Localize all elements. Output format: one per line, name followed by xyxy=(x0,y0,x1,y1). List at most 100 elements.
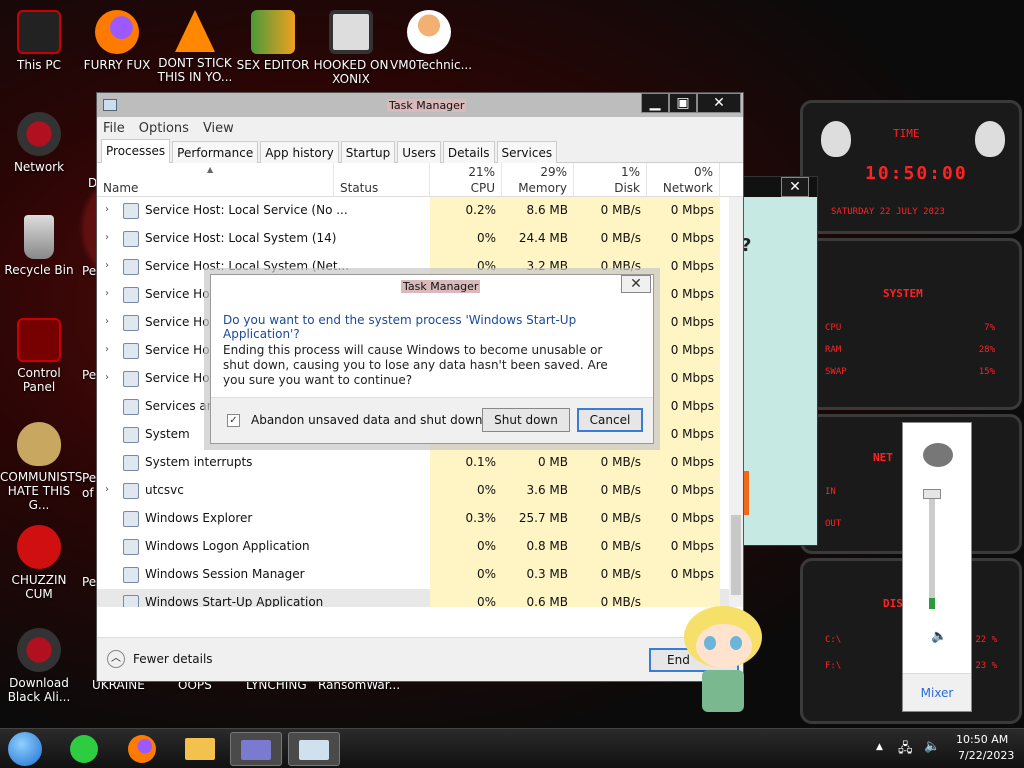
clock-date[interactable]: 7/22/2023 xyxy=(958,749,1014,762)
cpu-cell: 0.1% xyxy=(430,449,502,477)
fewer-details-link[interactable]: Fewer details xyxy=(133,652,213,666)
background-window[interactable]: ✕ ? xyxy=(740,176,818,546)
memory-cell: 0.6 MB xyxy=(502,589,574,607)
memory-cell: 3.6 MB xyxy=(502,477,574,505)
taskbar-firefox[interactable] xyxy=(116,732,168,766)
menu-options[interactable]: Options xyxy=(139,121,189,136)
abandon-checkbox[interactable]: ✓ xyxy=(227,414,240,427)
scrollbar-thumb[interactable] xyxy=(731,515,741,595)
expand-chevron-icon[interactable]: › xyxy=(105,232,109,243)
table-row[interactable]: Windows Start-Up Application 0% 0.6 MB 0 MB… xyxy=(97,589,743,607)
network-cell: 0 Mbps xyxy=(647,561,720,589)
firefox-icon xyxy=(128,735,156,763)
partial-label: Pe xyxy=(82,575,97,589)
desktop-icon-dont-stick[interactable]: DONT STICK THIS IN YO... xyxy=(156,10,234,84)
desktop-icon-this-pc[interactable]: This PC xyxy=(0,10,78,72)
volume-flyout[interactable]: 🔈 Mixer xyxy=(902,422,972,712)
desktop-icon-control-panel[interactable]: Control Panel xyxy=(0,318,78,394)
table-row[interactable]: › Service Host: Local Service (No ... 0.2%… xyxy=(97,197,743,225)
tab-users[interactable]: Users xyxy=(397,141,441,163)
close-button[interactable]: ✕ xyxy=(697,93,741,113)
taskbar-task-manager[interactable] xyxy=(288,732,340,766)
tab-performance[interactable]: Performance xyxy=(172,141,259,163)
process-name: Windows Logon Application xyxy=(145,539,310,553)
desktop-icon-furry-fux[interactable]: FURRY FUX xyxy=(78,10,156,72)
tab-app-history[interactable]: App history xyxy=(260,141,339,163)
column-cpu[interactable]: 21% CPU xyxy=(430,163,502,197)
desktop-icon-recycle-bin[interactable]: Recycle Bin xyxy=(0,215,78,277)
volume-slider-thumb[interactable] xyxy=(923,489,941,499)
menu-view[interactable]: View xyxy=(203,121,234,136)
desktop-icon-download-black-ali[interactable]: Download Black Ali... xyxy=(0,628,78,704)
desktop-icon-chuzzin-cum[interactable]: CHUZZIN CUM xyxy=(0,525,78,601)
table-row[interactable]: › Service Host: Local System (14) 0% 24.4 M… xyxy=(97,225,743,253)
expand-chevron-icon[interactable]: › xyxy=(105,372,109,383)
shut-down-button[interactable]: Shut down xyxy=(482,408,570,432)
abandon-checkbox-label[interactable]: Abandon unsaved data and shut down. xyxy=(251,413,486,427)
folder-icon xyxy=(185,738,215,760)
column-disk[interactable]: 1% Disk xyxy=(574,163,647,197)
expand-chevron-icon[interactable]: › xyxy=(105,288,109,299)
widget-date: SATURDAY 22 JULY 2023 xyxy=(831,207,945,217)
app-icon xyxy=(103,99,117,111)
minimize-button[interactable]: ▁ xyxy=(641,93,669,113)
network-cell: 0 Mbps xyxy=(647,421,720,449)
volume-slider-track[interactable] xyxy=(929,495,935,609)
tab-startup[interactable]: Startup xyxy=(340,141,396,163)
network-cell: 0 Mbps xyxy=(647,281,720,309)
xonix-icon xyxy=(329,10,373,54)
tab-details[interactable]: Details xyxy=(442,141,495,163)
desktop-icon-sex-editor[interactable]: SEX EDITOR xyxy=(234,10,312,72)
cancel-button[interactable]: Cancel xyxy=(577,408,643,432)
network-cell: 0 Mbps xyxy=(647,533,720,561)
taskbar-notes-app[interactable] xyxy=(58,732,110,766)
disk-cell: 0 MB/s xyxy=(574,197,647,225)
table-row[interactable]: Windows Session Manager 0% 0.3 MB 0 MB/s 0 M… xyxy=(97,561,743,589)
speaker-icon[interactable]: 🔈 xyxy=(931,629,947,644)
show-hidden-icons-chevron-icon[interactable]: ▲ xyxy=(876,742,883,752)
desktop-icon-network[interactable]: Network xyxy=(0,112,78,174)
desktop-icon-vm0technic[interactable]: VM0Technic... xyxy=(390,10,472,72)
recycle-bin-icon xyxy=(24,215,54,259)
vertical-scrollbar[interactable] xyxy=(729,197,743,607)
expand-chevron-icon[interactable]: › xyxy=(105,204,109,215)
column-name[interactable]: Name xyxy=(97,163,334,197)
tab-services[interactable]: Services xyxy=(496,141,558,163)
expand-chevron-icon[interactable]: › xyxy=(105,260,109,271)
expand-chevron-icon[interactable]: › xyxy=(105,484,109,495)
start-orb-icon[interactable] xyxy=(8,732,42,766)
desktop-icon-communists[interactable]: COMMUNISTS HATE THIS G... xyxy=(0,422,82,512)
process-name: Windows Session Manager xyxy=(145,567,305,581)
collapse-chevron-icon[interactable]: ︿ xyxy=(107,650,125,668)
column-status[interactable]: Status xyxy=(334,163,430,197)
table-row[interactable]: System interrupts 0.1% 0 MB 0 MB/s 0 Mbps xyxy=(97,449,743,477)
table-row[interactable]: Windows Logon Application 0% 0.8 MB 0 MB/s 0… xyxy=(97,533,743,561)
column-memory[interactable]: 29% Memory xyxy=(502,163,574,197)
process-icon xyxy=(123,455,139,471)
column-network[interactable]: 0% Network xyxy=(647,163,720,197)
table-row[interactable]: › utcsvc 0% 3.6 MB 0 MB/s 0 Mbps xyxy=(97,477,743,505)
desktop-icon-hooked-on-xonix[interactable]: HOOKED ON XONIX xyxy=(312,10,390,86)
table-row[interactable]: Windows Explorer 0.3% 25.7 MB 0 MB/s 0 Mbps xyxy=(97,505,743,533)
menu-file[interactable]: File xyxy=(103,121,125,136)
cpu-cell: 0.3% xyxy=(430,505,502,533)
expand-chevron-icon[interactable]: › xyxy=(105,344,109,355)
mixer-link[interactable]: Mixer xyxy=(903,673,971,711)
clock-time[interactable]: 10:50 AM xyxy=(956,733,1008,746)
close-icon[interactable]: ✕ xyxy=(781,177,809,197)
network-cell: 0 Mbps xyxy=(647,337,720,365)
taskbar-file-explorer[interactable] xyxy=(174,732,226,766)
volume-tray-icon[interactable]: 🔈 xyxy=(924,739,940,754)
cpu-cell: 0.2% xyxy=(430,197,502,225)
cpu-cell: 0% xyxy=(430,589,502,607)
network-tray-icon[interactable]: 🖧 xyxy=(898,739,913,761)
maximize-button[interactable]: ▣ xyxy=(669,93,697,113)
cpu-cell: 0% xyxy=(430,477,502,505)
process-icon xyxy=(123,539,139,555)
dialog-close-button[interactable]: ✕ xyxy=(621,275,651,293)
tab-processes[interactable]: Processes xyxy=(101,139,171,163)
expand-chevron-icon[interactable]: › xyxy=(105,316,109,327)
taskbar-active-app[interactable] xyxy=(230,732,282,766)
end-process-dialog[interactable]: Task Manager ✕ Do you want to end the sy… xyxy=(210,274,654,444)
speaker-device-icon xyxy=(923,443,953,467)
